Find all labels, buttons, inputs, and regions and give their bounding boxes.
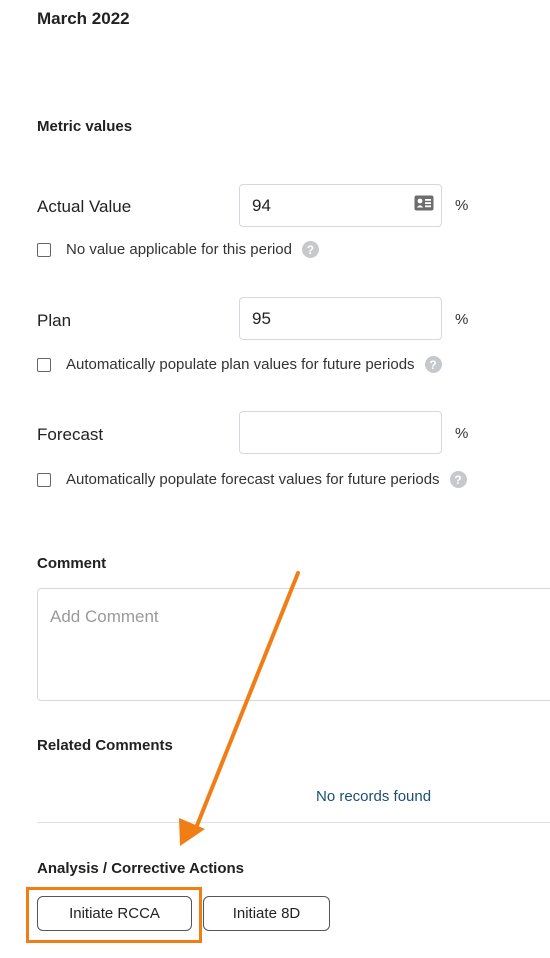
contact-card-icon[interactable] [414, 195, 434, 211]
initiate-8d-button[interactable]: Initiate 8D [203, 896, 330, 931]
metric-values-heading: Metric values [37, 118, 133, 135]
related-comments-heading: Related Comments [37, 737, 173, 754]
auto-plan-label: Automatically populate plan values for f… [66, 356, 415, 373]
auto-plan-checkbox[interactable] [37, 357, 51, 372]
no-value-checkbox[interactable] [37, 242, 51, 257]
auto-plan-row: Automatically populate plan values for f… [37, 356, 442, 373]
question-circle-icon[interactable]: ? [301, 241, 319, 258]
auto-forecast-row: Automatically populate forecast values f… [37, 471, 467, 488]
plan-input[interactable] [239, 297, 442, 340]
no-records-message: No records found [316, 788, 432, 805]
forecast-label: Forecast [37, 425, 104, 444]
analysis-heading: Analysis / Corrective Actions [37, 860, 245, 877]
metric-entry-page: March 2022 Metric values Actual Value % … [0, 0, 550, 958]
actual-value-label: Actual Value [37, 197, 132, 216]
initiate-rcca-button[interactable]: Initiate RCCA [37, 896, 192, 931]
comment-input[interactable] [37, 588, 550, 701]
actual-value-input[interactable] [239, 184, 442, 227]
no-value-label: No value applicable for this period [66, 241, 292, 258]
divider [37, 822, 550, 823]
period-title: March 2022 [37, 9, 130, 28]
forecast-input[interactable] [239, 411, 442, 454]
comment-heading: Comment [37, 555, 107, 572]
forecast-unit: % [455, 425, 469, 442]
auto-forecast-label: Automatically populate forecast values f… [66, 471, 440, 488]
actual-value-unit: % [455, 197, 469, 214]
question-circle-icon[interactable]: ? [449, 471, 467, 488]
plan-label: Plan [37, 311, 72, 330]
plan-unit: % [455, 311, 469, 328]
question-circle-icon[interactable]: ? [424, 356, 442, 373]
no-value-row: No value applicable for this period ? [37, 241, 319, 258]
auto-forecast-checkbox[interactable] [37, 472, 51, 487]
